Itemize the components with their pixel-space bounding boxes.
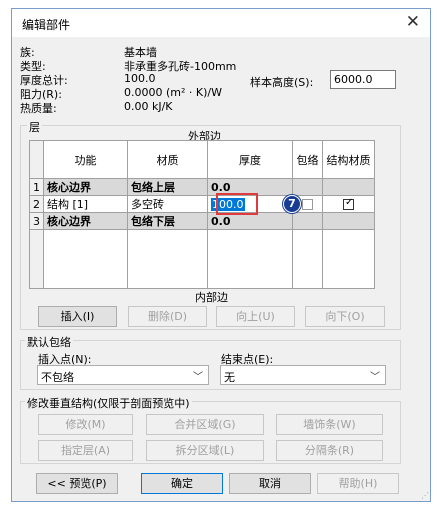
help-button[interactable]: 帮助(H) [317,473,399,494]
cell-material[interactable]: 包络下层 [127,212,208,230]
split-region-button[interactable]: 拆分区域(L) [146,440,264,461]
resistance-value: 0.0000 (m² · K)/W [124,86,222,99]
col-thickness-header[interactable]: 厚度 [207,140,293,179]
chevron-down-icon: ﹀ [370,372,380,383]
layers-table: 功能 材质 厚度 包络 结构材质 1 核心边界 包络上层 0.0 2 结构 [1… [29,140,375,289]
dialog-title: 编辑部件 [22,18,71,32]
col-function-header[interactable]: 功能 [43,140,128,179]
total-thickness-value: 100.0 [124,72,156,85]
check-icon: ✓ [345,197,354,208]
table-row[interactable]: 2 结构 [1] 多空砖 100.0 ✓ [29,195,375,213]
ok-button[interactable]: 确定 [141,473,223,494]
merge-regions-button[interactable]: 合并区域(G) [146,414,264,435]
modify-vertical-structure-label: 修改垂直结构(仅限于剖面预览中) [25,395,192,411]
title-bar: 编辑部件 ✕ [12,9,430,37]
col-material-header[interactable]: 材质 [127,140,208,179]
cell-thickness[interactable]: 0.0 [207,212,293,230]
callout-number-badge: 7 [283,195,301,213]
assign-layers-button[interactable]: 指定层(A) [38,440,133,461]
cell-material[interactable]: 多空砖 [127,195,208,213]
move-up-button[interactable]: 向上(U) [216,306,295,327]
interior-side-label: 内部边 [195,291,228,304]
col-structural-header[interactable]: 结构材质 [322,140,375,179]
col-wrap-header[interactable]: 包络 [292,140,323,179]
default-wrapping-label: 默认包络 [25,334,73,350]
cell-material[interactable]: 包络上层 [127,178,208,196]
sample-height-input[interactable]: 6000.0 [330,70,396,89]
move-down-button[interactable]: 向下(O) [305,306,385,327]
sample-height-label: 样本高度(S): [250,76,314,89]
cell-structural [322,178,375,196]
wrap-checkbox[interactable] [302,199,313,210]
highlight-callout-box [216,193,258,215]
cell-wrap [292,212,323,230]
row-header-corner [29,140,44,179]
row-number[interactable]: 1 [29,178,44,196]
chevron-down-icon: ﹀ [193,372,203,383]
modify-button[interactable]: 修改(M) [38,414,133,435]
cell-function[interactable]: 核心边界 [43,178,128,196]
insert-point-dropdown[interactable]: 不包络 ﹀ [37,365,209,385]
resize-grip-icon[interactable]: ⋰ [421,491,429,500]
table-row[interactable]: 3 核心边界 包络下层 0.0 [29,212,375,230]
row-number[interactable]: 2 [29,195,44,213]
close-icon[interactable]: ✕ [406,12,420,32]
sweeps-button[interactable]: 墙饰条(W) [276,414,383,435]
table-header-row: 功能 材质 厚度 包络 结构材质 [29,140,375,179]
structural-material-checkbox[interactable]: ✓ [343,197,354,210]
table-row[interactable]: 1 核心边界 包络上层 0.0 [29,178,375,196]
insert-button[interactable]: 插入(I) [38,306,117,327]
cell-function[interactable]: 结构 [1] [43,195,128,213]
cancel-button[interactable]: 取消 [229,473,311,494]
delete-button[interactable]: 删除(D) [128,306,207,327]
end-point-dropdown[interactable]: 无 ﹀ [220,365,386,385]
reveals-button[interactable]: 分隔条(R) [276,440,383,461]
cell-structural[interactable]: ✓ [322,195,375,213]
empty-table-area [29,229,375,289]
thermal-mass-label: 热质量: [20,102,57,115]
preview-button[interactable]: << 预览(P) [36,473,118,494]
cell-function[interactable]: 核心边界 [43,212,128,230]
thermal-mass-value: 0.00 kJ/K [124,100,173,113]
layers-group-label: 层 [27,119,42,135]
cell-structural [322,212,375,230]
cell-wrap [292,178,323,196]
row-number[interactable]: 3 [29,212,44,230]
